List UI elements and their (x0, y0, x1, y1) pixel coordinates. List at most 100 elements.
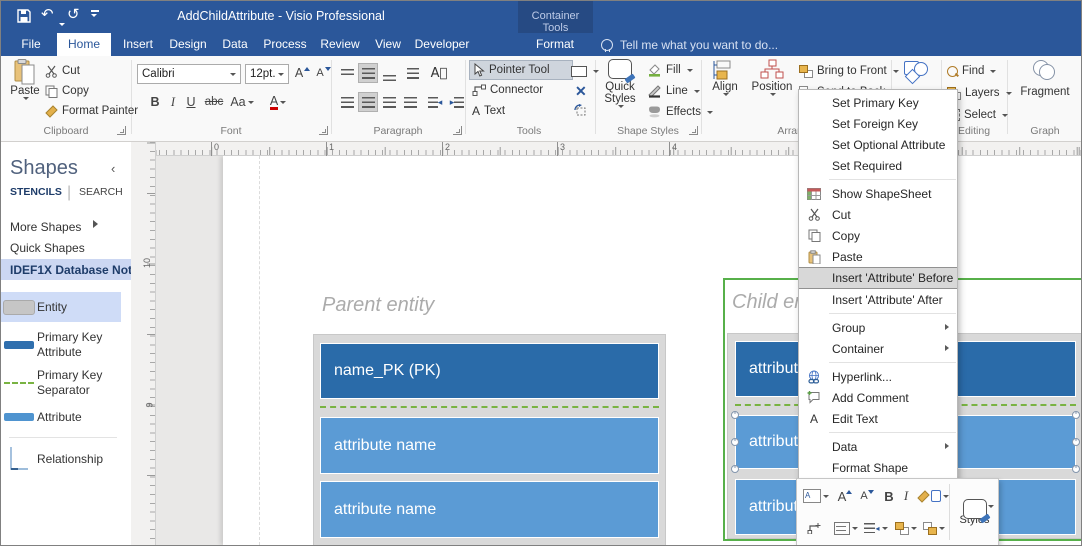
format-painter-mini-button[interactable] (915, 485, 931, 507)
menu-item-insert-attribute-after[interactable]: Insert 'Attribute' After (799, 289, 957, 310)
font-family-combo[interactable]: Calibri (137, 64, 241, 84)
menu-item-set-required[interactable]: Set Required (799, 155, 957, 176)
parent-attribute-shape[interactable]: attribute name (320, 417, 659, 474)
italic-mini-button[interactable]: I (899, 485, 913, 507)
clipboard-dialog-launcher[interactable] (117, 126, 126, 135)
align-middle-button[interactable] (358, 63, 378, 83)
cut-button[interactable]: Cut (45, 62, 80, 80)
connector-mini-button[interactable] (803, 517, 825, 539)
justify-button[interactable] (400, 92, 420, 112)
shape-style-mini-button[interactable] (931, 485, 949, 507)
shape-styles-dialog-launcher[interactable] (689, 126, 698, 135)
align-top-button[interactable] (337, 63, 357, 83)
copy-button[interactable]: Copy (45, 82, 89, 100)
shape-data-button[interactable]: A (803, 485, 829, 507)
menu-item-paste[interactable]: Paste (799, 246, 957, 267)
parent-pk-separator-shape[interactable] (320, 406, 659, 408)
tab-format[interactable]: Format (523, 33, 587, 56)
tab-review[interactable]: Review (315, 33, 365, 56)
fill-button[interactable]: Fill (647, 61, 693, 79)
paragraph-dialog-launcher[interactable] (453, 126, 462, 135)
tell-me-box[interactable]: Tell me what you want to do... (601, 36, 778, 54)
align-center-button[interactable] (358, 92, 378, 112)
tab-design[interactable]: Design (163, 33, 213, 56)
quick-shapes-item[interactable]: Quick Shapes (10, 241, 85, 255)
change-shape-button[interactable] (895, 60, 939, 86)
line-button[interactable]: Line (647, 82, 700, 100)
connection-point-button[interactable]: ✕ (575, 82, 587, 100)
fragment-button[interactable]: Fragment (1013, 60, 1077, 98)
selection-handle[interactable]: × (1072, 411, 1080, 419)
redo-button[interactable]: ↺ (67, 6, 80, 22)
vertical-ruler[interactable]: 10 9 (131, 142, 156, 545)
underline-button[interactable]: U (183, 92, 199, 112)
tab-developer[interactable]: Developer (411, 33, 473, 56)
align-bottom-button[interactable] (379, 63, 399, 83)
active-stencil-item[interactable]: IDEF1X Database Not... (1, 259, 142, 280)
bring-forward-mini-button[interactable] (893, 517, 919, 539)
quick-styles-button[interactable]: Quick Styles (599, 59, 641, 108)
pointer-tool-button[interactable]: Pointer Tool (469, 60, 573, 80)
tab-home[interactable]: Home (57, 33, 111, 56)
align-button[interactable]: Align (705, 59, 745, 96)
rotate-tool-button[interactable] (573, 102, 588, 120)
save-icon[interactable] (17, 9, 31, 23)
send-backward-mini-button[interactable] (921, 517, 947, 539)
increase-indent-button[interactable]: ▸ (447, 92, 467, 112)
stencil-shape-relationship[interactable]: Relationship (1, 442, 127, 476)
menu-item-hyperlink[interactable]: Hyperlink... (799, 366, 957, 387)
styles-button[interactable]: Styles (953, 483, 996, 541)
more-shapes-item[interactable]: More Shapes (10, 220, 81, 234)
collapse-panel-icon[interactable]: ‹ (111, 161, 115, 176)
decrease-indent-button[interactable]: ◂ (425, 92, 445, 112)
tab-insert[interactable]: Insert (115, 33, 161, 56)
menu-item-edit-text[interactable]: A Edit Text (799, 408, 957, 429)
stencil-shape-attribute[interactable]: Attribute (1, 404, 127, 430)
shrink-font-button[interactable]: A (314, 63, 333, 83)
rectangle-tool-button[interactable] (571, 62, 599, 80)
align-right-button[interactable] (379, 92, 399, 112)
effects-button[interactable]: Effects (647, 103, 713, 121)
font-color-button[interactable]: A (263, 92, 293, 112)
parent-entity-title[interactable]: Parent entity (322, 294, 434, 317)
parent-pk-attribute-shape[interactable]: name_PK (PK) (320, 343, 659, 399)
font-size-combo[interactable]: 12pt. (245, 64, 289, 84)
menu-item-copy[interactable]: Copy (799, 225, 957, 246)
italic-button[interactable]: I (165, 92, 181, 112)
strikethrough-button[interactable]: abc (201, 92, 227, 112)
tab-search[interactable]: SEARCH (79, 186, 123, 198)
menu-item-group[interactable]: Group (799, 317, 957, 338)
font-dialog-launcher[interactable] (319, 126, 328, 135)
stencil-shape-primary-key-attribute[interactable]: Primary Key Attribute (1, 328, 127, 362)
menu-item-insert-attribute-before[interactable]: Insert 'Attribute' Before (799, 267, 957, 289)
bold-button[interactable]: B (147, 92, 163, 112)
menu-item-set-foreign-key[interactable]: Set Foreign Key (799, 113, 957, 134)
text-direction-button[interactable]: A⃕ (429, 63, 449, 83)
change-case-button[interactable]: Aa (227, 92, 257, 112)
undo-button[interactable]: ↶ (41, 6, 54, 22)
align-left-button[interactable] (337, 92, 357, 112)
bold-mini-button[interactable]: B (881, 485, 897, 507)
shrink-font-mini-button[interactable]: A (857, 485, 877, 507)
grow-font-mini-button[interactable]: A (835, 485, 855, 507)
selection-handle[interactable]: × (731, 465, 739, 473)
menu-item-data[interactable]: Data (799, 436, 957, 457)
selection-handle[interactable]: × (731, 438, 739, 446)
tab-process[interactable]: Process (257, 33, 313, 56)
find-button[interactable]: Find (947, 62, 997, 80)
selection-handle[interactable]: × (1072, 465, 1080, 473)
menu-item-show-shapesheet[interactable]: Show ShapeSheet (799, 183, 957, 204)
menu-item-cut[interactable]: Cut (799, 204, 957, 225)
format-painter-button[interactable]: Format Painter (45, 102, 138, 120)
tab-stencils[interactable]: STENCILS (10, 186, 62, 198)
bullets-button[interactable] (403, 63, 423, 83)
tab-view[interactable]: View (367, 33, 409, 56)
menu-item-set-optional-attribute[interactable]: Set Optional Attribute (799, 134, 957, 155)
stencil-shape-primary-key-separator[interactable]: Primary Key Separator (1, 366, 127, 400)
qat-customize-icon[interactable] (91, 10, 99, 17)
connector-button[interactable]: Connector (472, 81, 543, 99)
undo-dropdown-icon[interactable] (57, 13, 65, 29)
grow-font-button[interactable]: A (293, 63, 312, 83)
parent-attribute-shape[interactable]: attribute name (320, 481, 659, 538)
bring-to-front-button[interactable]: Bring to Front (799, 62, 899, 80)
